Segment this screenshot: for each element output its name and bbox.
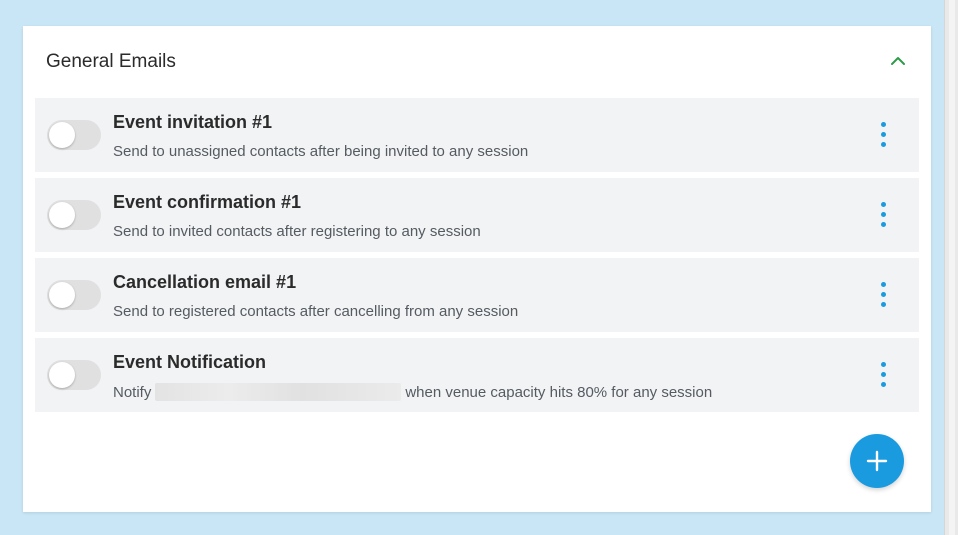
general-emails-card: General Emails Event invitation #1 Send … xyxy=(23,26,931,512)
email-description: Notify when venue capacity hits 80% for a… xyxy=(113,383,712,401)
enable-toggle[interactable] xyxy=(47,360,101,390)
card-header: General Emails xyxy=(23,26,931,98)
redacted-recipient xyxy=(155,383,402,401)
email-description: Send to registered contacts after cancel… xyxy=(113,303,519,320)
email-description: Send to unassigned contacts after being … xyxy=(113,143,529,160)
chevron-up-icon xyxy=(891,57,905,65)
enable-toggle[interactable] xyxy=(47,200,101,230)
toggle-knob xyxy=(49,282,75,308)
email-title: Event invitation #1 xyxy=(113,112,273,132)
more-options-icon[interactable] xyxy=(873,362,893,390)
more-options-icon[interactable] xyxy=(873,282,893,310)
collapse-button[interactable] xyxy=(885,50,911,74)
email-title: Event Notification xyxy=(113,352,267,372)
email-row-notification: Event Notification Notify when venue capa… xyxy=(35,338,919,412)
plus-icon xyxy=(866,450,888,472)
email-title: Event confirmation #1 xyxy=(113,192,302,212)
toggle-knob xyxy=(49,202,75,228)
email-title: Cancellation email #1 xyxy=(113,272,297,292)
toggle-knob xyxy=(49,362,75,388)
email-row-cancellation: Cancellation email #1 Send to registered… xyxy=(35,258,919,332)
more-options-icon[interactable] xyxy=(873,202,893,230)
email-description: Send to invited contacts after registeri… xyxy=(113,223,481,240)
section-title: General Emails xyxy=(46,51,176,72)
enable-toggle[interactable] xyxy=(47,280,101,310)
email-list: Event invitation #1 Send to unassigned c… xyxy=(35,98,919,418)
enable-toggle[interactable] xyxy=(47,120,101,150)
description-suffix: when venue capacity hits 80% for any ses… xyxy=(405,384,713,401)
more-options-icon[interactable] xyxy=(873,122,893,150)
email-row-confirmation: Event confirmation #1 Send to invited co… xyxy=(35,178,919,252)
description-prefix: Notify xyxy=(113,384,152,401)
scrollbar-track[interactable] xyxy=(949,0,955,535)
add-email-button[interactable] xyxy=(850,434,904,488)
top-strip xyxy=(23,0,931,7)
email-row-invitation: Event invitation #1 Send to unassigned c… xyxy=(35,98,919,172)
scrollbar[interactable] xyxy=(944,0,958,535)
toggle-knob xyxy=(49,122,75,148)
